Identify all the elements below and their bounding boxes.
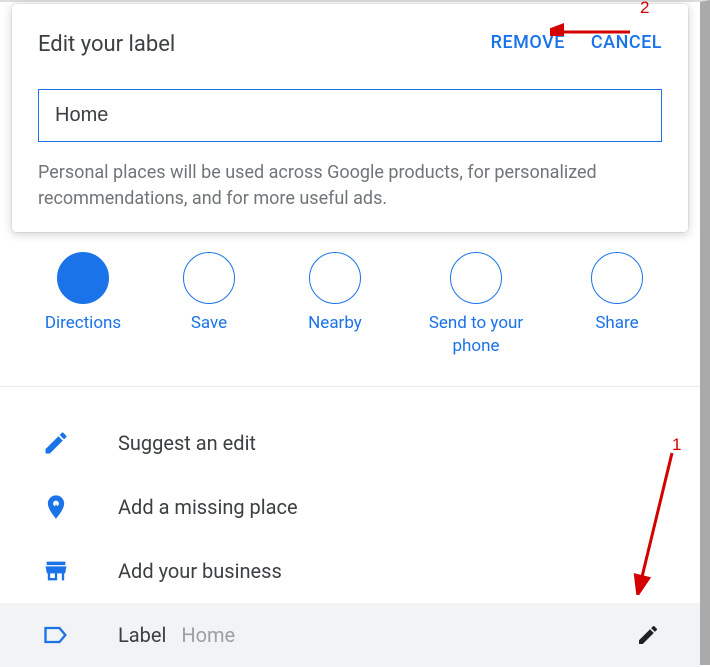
nearby-icon xyxy=(309,252,361,304)
suggest-edit-label: Suggest an edit xyxy=(118,431,660,455)
save-label: Save xyxy=(191,312,227,335)
label-input[interactable] xyxy=(38,89,662,142)
directions-button[interactable]: Directions xyxy=(38,252,128,358)
share-button[interactable]: Share xyxy=(572,252,662,358)
add-business-row[interactable]: Add your business xyxy=(0,539,700,603)
label-value: Home xyxy=(181,623,235,647)
dialog-helper-text: Personal places will be used across Goog… xyxy=(38,160,662,212)
share-icon xyxy=(591,252,643,304)
nearby-label: Nearby xyxy=(308,312,362,335)
save-button[interactable]: Save xyxy=(164,252,254,358)
directions-icon xyxy=(57,252,109,304)
pin-plus-icon xyxy=(42,493,70,521)
dialog-actions: REMOVE CANCEL xyxy=(491,32,662,53)
nearby-button[interactable]: Nearby xyxy=(290,252,380,358)
send-to-phone-button[interactable]: Send to your phone xyxy=(416,252,536,358)
pencil-icon xyxy=(42,429,70,457)
edit-label-icon[interactable] xyxy=(636,623,660,647)
add-missing-place-row[interactable]: Add a missing place xyxy=(0,475,700,539)
label-icon xyxy=(42,621,70,649)
label-row[interactable]: Label Home xyxy=(0,603,700,667)
options-list: Suggest an edit Add a missing place Add … xyxy=(0,387,700,667)
bookmark-icon xyxy=(183,252,235,304)
label-text: Label Home xyxy=(118,623,636,647)
add-missing-place-label: Add a missing place xyxy=(118,495,660,519)
share-label: Share xyxy=(595,312,638,335)
label-label: Label xyxy=(118,623,166,647)
send-label: Send to your phone xyxy=(416,312,536,358)
store-plus-icon xyxy=(42,557,70,585)
remove-button[interactable]: REMOVE xyxy=(491,32,565,53)
add-business-label: Add your business xyxy=(118,559,660,583)
dialog-title: Edit your label xyxy=(38,32,175,57)
dialog-header: Edit your label REMOVE CANCEL xyxy=(38,32,662,57)
suggest-edit-row[interactable]: Suggest an edit xyxy=(0,411,700,475)
phone-icon xyxy=(450,252,502,304)
edit-label-dialog: Edit your label REMOVE CANCEL Personal p… xyxy=(12,4,688,232)
cancel-button[interactable]: CANCEL xyxy=(591,32,662,53)
directions-label: Directions xyxy=(45,312,121,335)
